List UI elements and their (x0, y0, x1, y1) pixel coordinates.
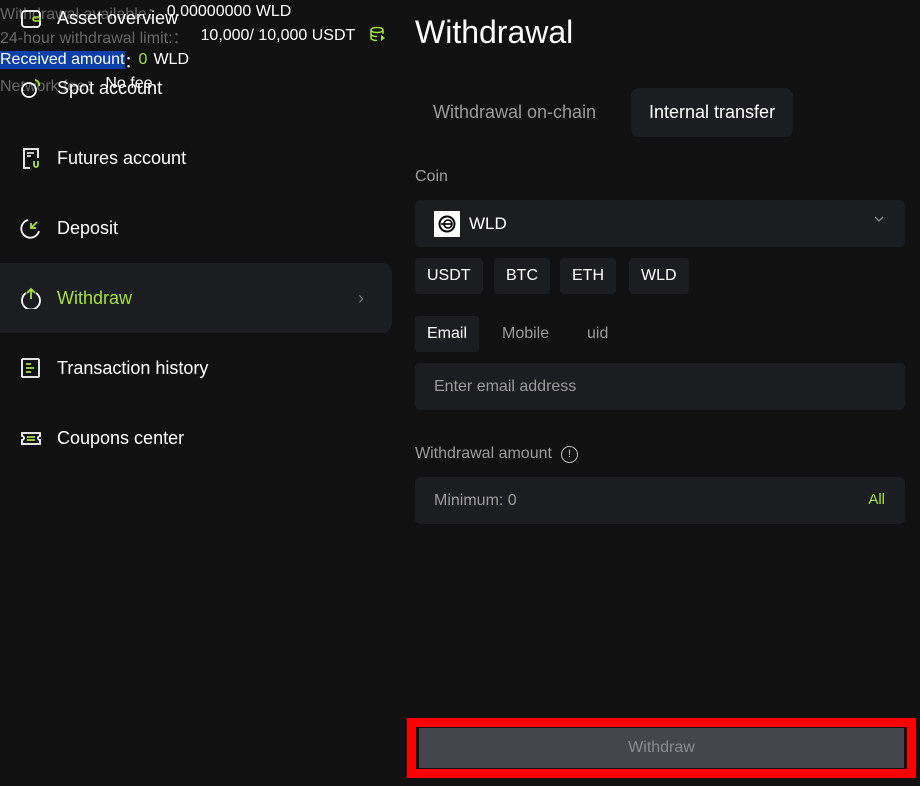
tab-email[interactable]: Email (415, 316, 480, 352)
amount-field: All (415, 477, 905, 524)
withdrawal-amount-text: Withdrawal amount (415, 445, 552, 462)
spot-icon (18, 75, 44, 101)
sidebar-item-transaction-history[interactable]: Transaction history (0, 333, 392, 403)
info-icon[interactable]: ! (560, 445, 578, 463)
email-input[interactable] (415, 363, 905, 410)
chevron-right-icon: › (358, 287, 364, 308)
sidebar-item-label: Asset overview (57, 7, 179, 28)
sidebar-item-coupons-center[interactable]: Coupons center (0, 403, 392, 473)
futures-icon (18, 145, 44, 171)
tab-internal-transfer[interactable]: Internal transfer (631, 88, 794, 137)
quick-coin-wld[interactable]: WLD (629, 258, 689, 294)
withdrawal-amount-label: Withdrawal amount ! (415, 445, 578, 463)
tab-withdrawal-on-chain[interactable]: Withdrawal on-chain (415, 88, 614, 137)
sidebar-item-deposit[interactable]: Deposit (0, 193, 392, 263)
coin-select[interactable]: WLD (415, 200, 905, 247)
sidebar-item-spot-account[interactable]: Spot account (0, 53, 392, 123)
sidebar-item-label: Spot account (57, 77, 163, 98)
sidebar-item-withdraw[interactable]: Withdraw › (0, 263, 392, 333)
sidebar-item-label: Withdraw (57, 287, 133, 308)
wld-coin-icon (434, 210, 460, 237)
deposit-icon (18, 215, 44, 241)
withdraw-icon (18, 285, 44, 311)
wallet-icon (18, 5, 44, 31)
chevron-down-icon (873, 212, 885, 230)
withdraw-button[interactable]: Withdraw (419, 728, 904, 768)
amount-input[interactable] (415, 477, 835, 524)
history-icon (18, 355, 44, 381)
sidebar-item-label: Transaction history (57, 357, 209, 378)
coupon-icon (18, 425, 44, 451)
sidebar-item-label: Futures account (57, 147, 187, 168)
tab-mobile[interactable]: Mobile (490, 316, 561, 352)
quick-coin-btc[interactable]: BTC (494, 258, 550, 294)
coin-label: Coin (415, 168, 448, 185)
sidebar-item-asset-overview[interactable]: Asset overview (0, 0, 392, 53)
quick-coin-eth[interactable]: ETH (560, 258, 616, 294)
sidebar-item-label: Deposit (57, 217, 119, 238)
sidebar-item-label: Coupons center (57, 427, 185, 448)
page-title: Withdrawal (415, 14, 574, 50)
quick-coin-usdt[interactable]: USDT (415, 258, 483, 294)
all-button[interactable]: All (868, 491, 885, 508)
tab-uid[interactable]: uid (575, 316, 620, 352)
coin-selected-value: WLD (469, 213, 507, 233)
sidebar-item-futures-account[interactable]: Futures account (0, 123, 392, 193)
